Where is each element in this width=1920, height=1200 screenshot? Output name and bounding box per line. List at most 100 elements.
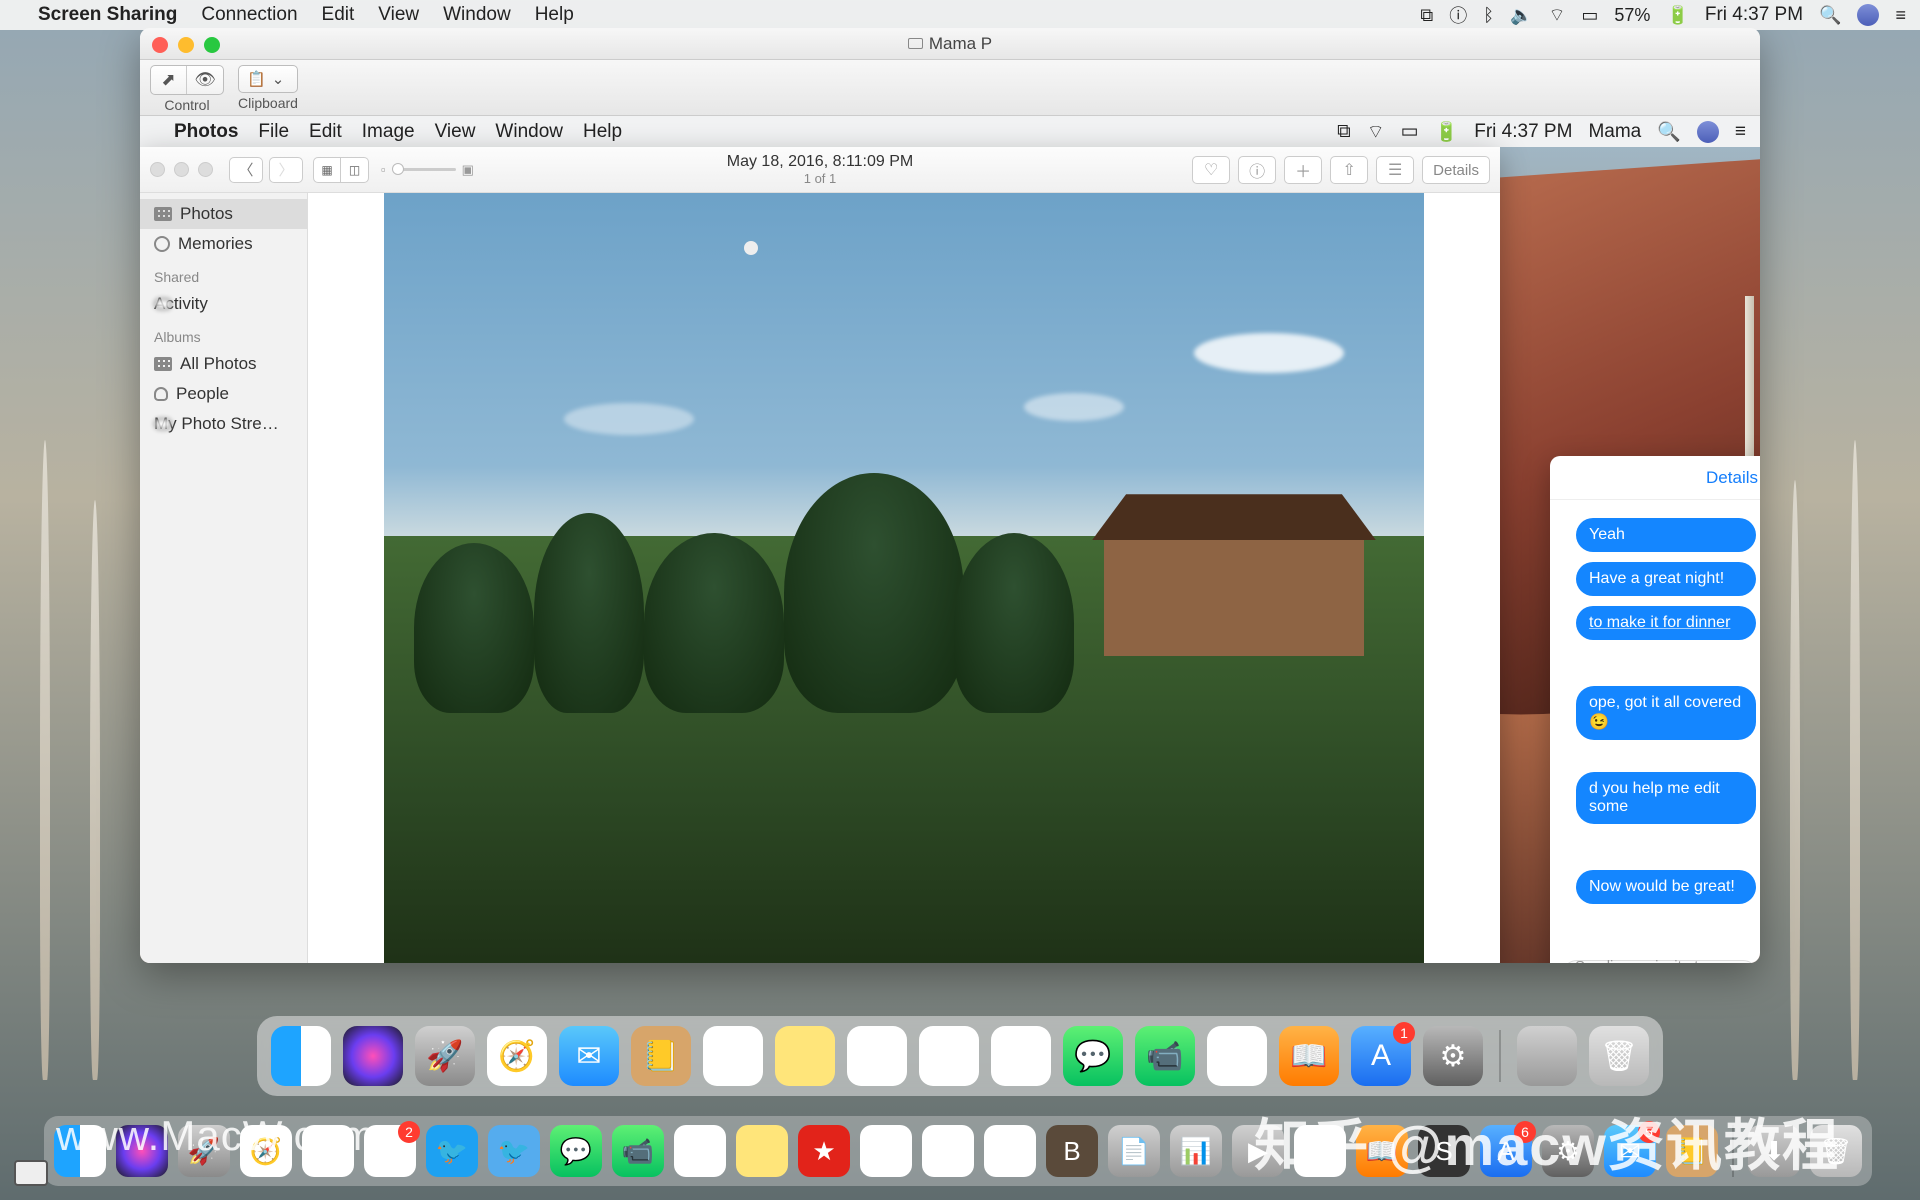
dock-app-wunderlist[interactable]: ★ — [798, 1125, 850, 1177]
dock-app-facetime[interactable]: 📹 — [1135, 1026, 1195, 1086]
sidebar-item-people[interactable]: People — [140, 379, 307, 409]
dock-app-contacts[interactable]: 📒 — [631, 1026, 691, 1086]
host-clock[interactable]: Fri 4:37 PM — [1705, 4, 1803, 26]
dock-app-photos[interactable]: ✿ — [984, 1125, 1036, 1177]
back-button[interactable]: 〈 — [229, 157, 263, 183]
dock-app-preview[interactable]: 🖼 — [919, 1026, 979, 1086]
window-controls[interactable] — [152, 37, 220, 53]
ss-titlebar[interactable]: Mama P — [140, 28, 1760, 60]
details-button[interactable]: Details — [1422, 156, 1490, 184]
dock-app-safari[interactable]: 🧭 — [487, 1026, 547, 1086]
close-icon[interactable] — [150, 162, 165, 177]
remote-clock[interactable]: Fri 4:37 PM — [1474, 121, 1572, 143]
dock-app-sysprefs[interactable]: ⚙ — [1423, 1026, 1483, 1086]
zoom-icon[interactable] — [204, 37, 220, 53]
sidebar-item-activity[interactable]: Activity — [140, 289, 307, 319]
control-mode-toggle[interactable]: ⬈👁 — [150, 65, 224, 95]
airplay-icon[interactable]: ▭ — [1401, 120, 1419, 143]
dock-app-photos[interactable]: ✿ — [991, 1026, 1051, 1086]
dock-app-messages[interactable]: 💬 — [550, 1125, 602, 1177]
notif-center-icon[interactable]: ≡ — [1895, 5, 1906, 26]
menu-image[interactable]: Image — [362, 121, 415, 143]
dock-app-bear[interactable]: B — [1046, 1125, 1098, 1177]
notif-center-icon[interactable]: ≡ — [1735, 121, 1746, 143]
dock-app-ibooks[interactable]: 📖 — [1279, 1026, 1339, 1086]
dock-app-numbers[interactable]: 📊 — [1170, 1125, 1222, 1177]
menu-view[interactable]: View — [435, 121, 476, 143]
dock-app-screenshare[interactable] — [1517, 1026, 1577, 1086]
dock-app-calendar[interactable]: 23 — [674, 1125, 726, 1177]
dock-app-reminders[interactable] — [847, 1026, 907, 1086]
remote-user[interactable]: Mama — [1588, 121, 1641, 143]
window-controls[interactable] — [150, 162, 213, 177]
menu-help[interactable]: Help — [583, 121, 622, 143]
dock-app-launchpad[interactable]: 🚀 — [415, 1026, 475, 1086]
user-avatar-icon[interactable] — [1697, 121, 1719, 143]
menu-edit[interactable]: Edit — [322, 4, 355, 26]
host-app-name[interactable]: Screen Sharing — [38, 4, 177, 26]
screenshare-icon[interactable]: ⧉ — [1337, 121, 1351, 143]
dock-app-messages[interactable]: 💬 — [1063, 1026, 1123, 1086]
photos-main[interactable] — [308, 193, 1500, 963]
info-icon[interactable]: ⓘ — [1449, 2, 1467, 28]
wifi-icon[interactable]: ⌔ — [1367, 120, 1385, 144]
battery-pct[interactable]: 57% — [1614, 5, 1650, 26]
dock-app-pages[interactable]: 📄 — [1108, 1125, 1160, 1177]
spotlight-icon[interactable]: 🔍 — [1657, 120, 1681, 144]
sidebar-item-photostream[interactable]: My Photo Stre… — [140, 409, 307, 439]
user-avatar-icon[interactable] — [1857, 4, 1879, 26]
share-button[interactable]: ⇧ — [1330, 156, 1368, 184]
menu-window[interactable]: Window — [443, 4, 511, 26]
battery-icon[interactable]: 🔋 — [1435, 120, 1459, 144]
minimize-icon[interactable] — [174, 162, 189, 177]
dock-app-reminders[interactable] — [860, 1125, 912, 1177]
split-view-icon[interactable]: ◫ — [341, 157, 369, 183]
sidebar-item-memories[interactable]: Memories — [140, 229, 307, 259]
messages-details-button[interactable]: Details — [1706, 468, 1758, 488]
zoom-icon[interactable] — [198, 162, 213, 177]
zoom-slider[interactable]: ▫▣ — [381, 162, 474, 178]
sidebar-item-photos[interactable]: Photos — [140, 199, 307, 229]
dock-app-preview[interactable]: 🖼 — [922, 1125, 974, 1177]
airplay-icon[interactable]: ⧉ — [1420, 5, 1433, 26]
info-button[interactable]: ⓘ — [1238, 156, 1276, 184]
clipboard-dropdown[interactable]: 📋 ⌄ — [238, 65, 298, 93]
dock-app-tweetbot[interactable]: 🐦 — [488, 1125, 540, 1177]
menu-view[interactable]: View — [378, 4, 419, 26]
favorite-button[interactable]: ♡ — [1192, 156, 1230, 184]
minimize-icon[interactable] — [178, 37, 194, 53]
menu-connection[interactable]: Connection — [201, 4, 297, 26]
dock-app-appstore[interactable]: A1 — [1351, 1026, 1411, 1086]
wifi-icon[interactable]: ⌔ — [1548, 4, 1565, 27]
close-icon[interactable] — [152, 37, 168, 53]
dock-app-mail[interactable]: ✉ — [559, 1026, 619, 1086]
control-icon[interactable]: ⬈ — [151, 66, 187, 94]
dock-upper[interactable]: 🚀🧭✉📒23 🖼✿💬📹♪📖A1⚙ 🗑 — [257, 1016, 1663, 1096]
spotlight-icon[interactable]: 🔍 — [1819, 5, 1841, 26]
sidebar-item-allphotos[interactable]: All Photos — [140, 349, 307, 379]
menu-window[interactable]: Window — [495, 121, 563, 143]
dock-app-notes[interactable] — [775, 1026, 835, 1086]
dock-app-trash[interactable]: 🗑 — [1589, 1026, 1649, 1086]
dock-app-siri[interactable] — [343, 1026, 403, 1086]
add-button[interactable]: ＋ — [1284, 156, 1322, 184]
remote-app-name[interactable]: Photos — [174, 121, 238, 143]
battery-icon[interactable]: 🔋 — [1666, 5, 1688, 26]
dock-app-music[interactable]: ♪ — [1207, 1026, 1267, 1086]
dock-app-facetime[interactable]: 📹 — [612, 1125, 664, 1177]
displays-icon[interactable] — [14, 1160, 48, 1186]
display-icon[interactable]: ▭ — [1581, 5, 1598, 26]
menu-help[interactable]: Help — [535, 4, 574, 26]
bluetooth-icon[interactable]: ᛒ — [1483, 5, 1494, 26]
dock-app-twitter[interactable]: 🐦 — [426, 1125, 478, 1177]
dock-app-calendar[interactable]: 23 — [703, 1026, 763, 1086]
volume-icon[interactable]: 🔈 — [1510, 5, 1532, 26]
dock-app-notes[interactable] — [736, 1125, 788, 1177]
dock-app-finder[interactable] — [271, 1026, 331, 1086]
menu-edit[interactable]: Edit — [309, 121, 342, 143]
menu-file[interactable]: File — [258, 121, 289, 143]
adjust-button[interactable]: ☰ — [1376, 156, 1414, 184]
grid-view-icon[interactable]: ▦ — [313, 157, 341, 183]
view-toggle[interactable]: ▦◫ — [313, 157, 369, 183]
observe-icon[interactable]: 👁 — [187, 66, 223, 94]
